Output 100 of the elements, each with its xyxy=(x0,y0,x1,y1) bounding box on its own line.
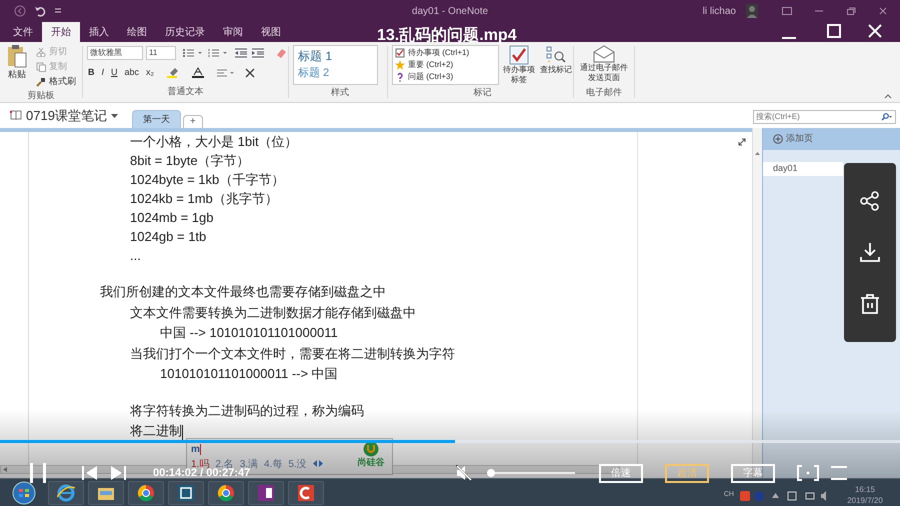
caret-icon[interactable] xyxy=(110,114,118,118)
notebook-icon[interactable] xyxy=(10,110,22,121)
add-page-button[interactable]: 添加页 xyxy=(786,132,813,146)
clear-format-icon[interactable] xyxy=(245,68,256,78)
format-button[interactable]: x₂ xyxy=(145,66,156,80)
paste-button[interactable]: 粘贴 xyxy=(4,44,30,89)
note-text: 1024byte = 1kb（千字节） xyxy=(130,170,284,189)
browser-icon[interactable] xyxy=(57,484,75,502)
group-label: 电子邮件 xyxy=(586,86,622,98)
note-text: 中国 --> 101010101101000011 xyxy=(160,324,338,342)
chrome-icon[interactable] xyxy=(137,484,155,502)
next-icon[interactable] xyxy=(110,466,126,480)
scroll-up-icon[interactable] xyxy=(755,152,760,155)
brand-name: 尚硅谷 xyxy=(358,457,384,467)
page-item[interactable]: day01 xyxy=(763,162,843,176)
pause-icon[interactable] xyxy=(28,463,48,483)
start-orb-icon[interactable] xyxy=(12,480,36,504)
search-list-icon xyxy=(546,45,566,65)
undo-icon[interactable] xyxy=(34,5,46,17)
page-arrows-icon[interactable] xyxy=(312,460,323,467)
tag-option[interactable]: 重要 (Ctrl+2) xyxy=(408,59,454,71)
restore-icon[interactable] xyxy=(846,7,856,15)
checkmark-icon xyxy=(509,45,529,65)
note-text: 1024gb = 1tb xyxy=(130,228,206,246)
picture-in-picture-icon[interactable] xyxy=(797,465,819,481)
note-text: 101010101101000011 --> 中国 xyxy=(160,365,338,383)
format-button[interactable]: abc xyxy=(124,66,140,80)
note-text: 1024kb = 1mb（兆字节） xyxy=(130,190,278,208)
display-icon[interactable] xyxy=(805,490,815,500)
brush-icon xyxy=(36,76,46,86)
playback-time: 00:14:02 / 00:27:47 xyxy=(153,466,250,481)
scroll-left-icon[interactable] xyxy=(3,467,7,472)
style-option[interactable]: 标题 1 xyxy=(298,48,377,65)
text-cursor-icon xyxy=(200,444,202,455)
notebook-name[interactable]: 0719课堂笔记 xyxy=(26,106,107,126)
back-icon[interactable] xyxy=(14,5,26,17)
todo-tag-button[interactable]: 待办事项标签 xyxy=(503,45,535,85)
user-name: li lichao xyxy=(702,4,736,18)
format-button[interactable]: U xyxy=(110,66,119,80)
menu-tab[interactable]: 文件 xyxy=(4,22,42,42)
find-tags-button[interactable]: 查找标记 xyxy=(539,45,573,85)
scissors-icon xyxy=(36,46,46,56)
collapse-icon[interactable] xyxy=(884,94,892,99)
note-text: 将字符转换为二进制码的过程，称为编码 xyxy=(130,402,364,420)
question-icon xyxy=(395,72,405,82)
note-text: 1024mb = 1gb xyxy=(130,208,214,227)
previous-icon[interactable] xyxy=(82,466,98,480)
group-label: 普通文本 xyxy=(166,84,204,98)
group-label: 剪贴板 xyxy=(26,89,56,102)
indent-icon[interactable] xyxy=(252,48,264,58)
menu-tab[interactable]: 绘图 xyxy=(118,22,156,42)
format-button[interactable]: B xyxy=(87,66,96,80)
maximize-icon[interactable] xyxy=(827,24,841,38)
styles-gallery[interactable]: 标题 1 标题 2 xyxy=(293,45,378,85)
trash-icon[interactable] xyxy=(860,292,880,314)
align-icon[interactable] xyxy=(216,68,234,78)
expand-icon[interactable] xyxy=(738,138,746,146)
progress-track[interactable] xyxy=(0,440,900,443)
download-icon[interactable] xyxy=(860,242,880,262)
menu-tab[interactable]: 审阅 xyxy=(214,22,252,42)
chrome-icon[interactable] xyxy=(217,484,235,502)
add-icon[interactable] xyxy=(773,134,783,144)
speaker-icon[interactable] xyxy=(821,490,826,500)
ime-composition-text: m xyxy=(191,443,200,457)
menu-tab[interactable]: 历史记录 xyxy=(156,22,214,42)
clock-date: 2019/7/20 xyxy=(847,494,883,506)
share-icon[interactable] xyxy=(860,190,880,210)
avatar-icon xyxy=(746,4,758,18)
customize-icon[interactable] xyxy=(54,7,62,15)
bullet-list-icon[interactable] xyxy=(183,48,203,58)
font-field[interactable]: 微软雅黑 xyxy=(87,46,143,60)
tray-arrow-icon[interactable] xyxy=(772,493,779,498)
tags-gallery[interactable]: 待办事项 (Ctrl+1) 重要 (Ctrl+2) 问题 (Ctrl+3) xyxy=(392,45,499,85)
size-field[interactable]: 11 xyxy=(146,46,176,60)
note-text: 将二进制 xyxy=(130,422,182,440)
note-text: 8bit = 1byte（字节） xyxy=(130,152,250,170)
muted-speaker-icon[interactable] xyxy=(456,465,472,481)
note-text: 当我们打个一个文本文件时，需要在将二进制转换为字符 xyxy=(130,344,455,362)
editor-icon[interactable] xyxy=(177,484,195,502)
menu-tab[interactable]: 插入 xyxy=(80,22,118,42)
note-text: ... xyxy=(130,246,141,264)
outdent-icon[interactable] xyxy=(235,48,247,58)
email-page-button[interactable]: 通过电子邮件发送页面 xyxy=(579,45,629,83)
section-tab[interactable]: 第一天 xyxy=(132,110,181,128)
vertical-scrollbar[interactable] xyxy=(752,128,762,478)
menu-tab[interactable]: 视图 xyxy=(252,22,290,42)
note-text: 一个小格，大小是 1bit（位） xyxy=(130,132,298,150)
search-field[interactable]: 搜索(Ctrl+E) xyxy=(753,110,896,124)
group-label: 样式 xyxy=(330,86,350,98)
menu-tab[interactable]: 开始 xyxy=(42,22,80,42)
volume-thumb[interactable] xyxy=(487,469,495,477)
add-section-tab[interactable]: + xyxy=(182,115,203,128)
tag-option[interactable]: 问题 (Ctrl+3) xyxy=(408,71,454,83)
tag-option[interactable]: 待办事项 (Ctrl+1) xyxy=(408,47,470,59)
clock-time: 16:15 xyxy=(854,484,876,494)
video-title: 13.乱码的问题.mp4 xyxy=(377,26,517,46)
ribbon-button[interactable]: 格式刷 xyxy=(36,74,76,89)
format-button[interactable]: I xyxy=(100,66,106,80)
numbered-list-icon[interactable] xyxy=(208,48,228,58)
notes-app-icon[interactable] xyxy=(257,484,275,502)
